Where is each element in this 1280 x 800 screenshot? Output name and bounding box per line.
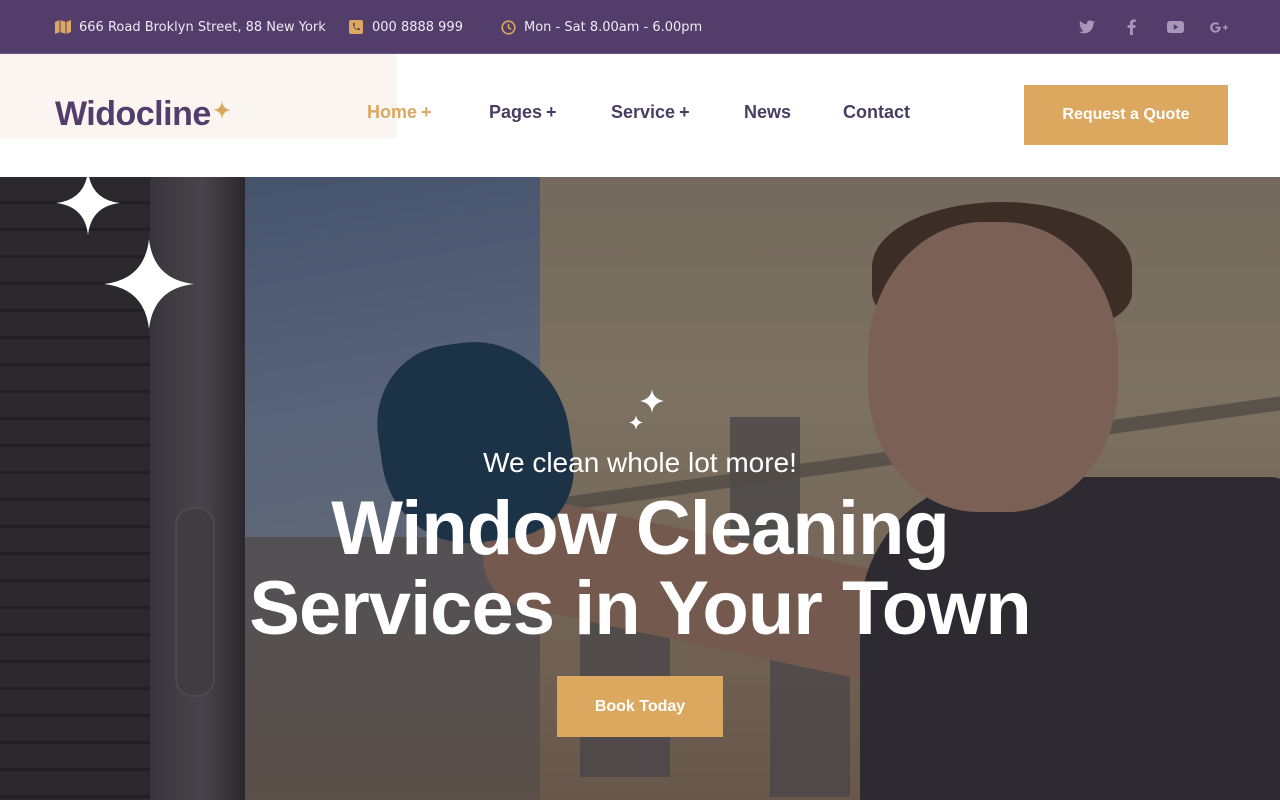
- nav-item-service[interactable]: Service +: [611, 102, 690, 123]
- nav-item-label: Pages: [489, 102, 543, 122]
- hours-info: Mon - Sat 8.00am - 6.00pm: [500, 0, 702, 54]
- top-bar: 666 Road Broklyn Street, 88 New York 000…: [0, 0, 1280, 54]
- nav-item-label: Home: [367, 102, 418, 122]
- request-quote-button[interactable]: Request a Quote: [1024, 85, 1228, 145]
- hero-title-line-2: Services in Your Town: [249, 566, 1031, 651]
- map-icon: [55, 19, 71, 35]
- logo[interactable]: Widocline: [55, 95, 211, 134]
- phone-icon: [348, 19, 364, 35]
- plus-icon: +: [421, 102, 432, 122]
- address-text: 666 Road Broklyn Street, 88 New York: [79, 19, 326, 35]
- social-links: [1078, 0, 1228, 54]
- nav-item-label: Contact: [843, 102, 910, 122]
- phone-info[interactable]: 000 8888 999: [348, 0, 463, 54]
- nav-item-home[interactable]: Home +: [367, 102, 432, 123]
- hero-title-line-1: Window Cleaning: [331, 486, 950, 571]
- clock-icon: [500, 19, 516, 35]
- hero-title: Window Cleaning Services in Your Town: [0, 489, 1280, 649]
- main-header: Widocline Home + Pages + Service + News Con…: [0, 54, 1280, 177]
- nav-item-label: Service: [611, 102, 676, 122]
- facebook-icon[interactable]: [1122, 19, 1140, 35]
- nav-item-label: News: [744, 102, 792, 122]
- hero-subtitle: We clean whole lot more!: [483, 447, 797, 478]
- nav-item-contact[interactable]: Contact: [843, 102, 910, 123]
- youtube-icon[interactable]: [1166, 21, 1184, 33]
- hours-text: Mon - Sat 8.00am - 6.00pm: [524, 19, 703, 35]
- sparkle-icon: [622, 389, 668, 441]
- sparkle-icon: [56, 177, 120, 239]
- address-info: 666 Road Broklyn Street, 88 New York: [55, 0, 326, 54]
- hero-section: We clean whole lot more! Window Cleaning…: [0, 177, 1280, 800]
- book-today-button[interactable]: Book Today: [557, 676, 723, 737]
- nav-item-pages[interactable]: Pages +: [489, 102, 557, 123]
- google-plus-icon[interactable]: [1210, 21, 1228, 34]
- twitter-icon[interactable]: [1078, 20, 1096, 34]
- phone-text[interactable]: 000 8888 999: [372, 20, 463, 35]
- sparkle-icon: [104, 239, 194, 333]
- plus-icon: +: [679, 102, 690, 122]
- plus-icon: +: [546, 102, 557, 122]
- nav-item-news[interactable]: News: [744, 102, 791, 123]
- sparkle-icon: [213, 101, 231, 123]
